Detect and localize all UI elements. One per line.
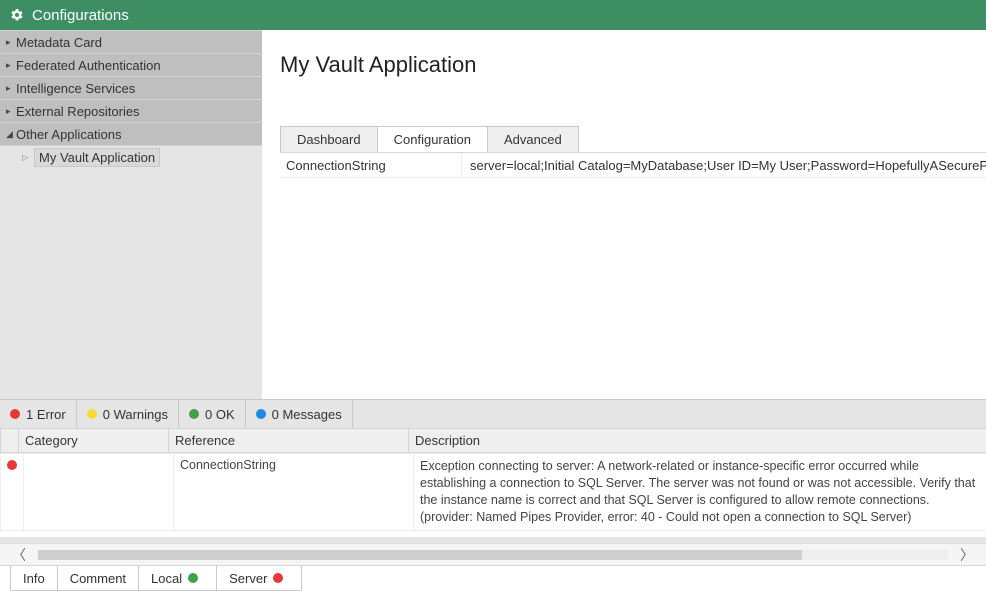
caret-right-icon: ▸	[6, 37, 16, 48]
main-panel: My Vault Application Dashboard Configura…	[262, 30, 986, 399]
col-reference[interactable]: Reference	[169, 429, 409, 453]
sidebar-item-federated-auth[interactable]: ▸Federated Authentication	[0, 53, 262, 77]
scroll-left-icon[interactable]: 〈	[6, 545, 32, 565]
dot-green-icon	[189, 409, 199, 419]
config-value: server=local;Initial Catalog=MyDatabase;…	[462, 154, 986, 177]
sidebar-item-label: Intelligence Services	[16, 81, 135, 96]
dot-yellow-icon	[87, 409, 97, 419]
row-description: Exception connecting to server: A networ…	[414, 454, 986, 531]
sidebar-item-metadata-card[interactable]: ▸Metadata Card	[0, 30, 262, 54]
btab-server[interactable]: Server	[216, 566, 302, 591]
tabstrip: Dashboard Configuration Advanced	[280, 126, 986, 152]
row-category	[24, 454, 174, 531]
sidebar-item-label: Federated Authentication	[16, 58, 161, 73]
dot-red-icon	[7, 460, 17, 470]
btab-label: Server	[229, 571, 267, 586]
tab-configuration[interactable]: Configuration	[377, 126, 488, 152]
tab-dashboard[interactable]: Dashboard	[280, 126, 378, 152]
btab-label: Local	[151, 571, 182, 586]
row-reference: ConnectionString	[174, 454, 414, 531]
badge-ok[interactable]: 0 OK	[179, 400, 246, 428]
caret-right-icon: ▸	[6, 60, 16, 71]
btab-label: Comment	[70, 571, 126, 586]
sidebar-item-label: Metadata Card	[16, 35, 102, 50]
dot-green-icon	[188, 573, 198, 583]
config-key: ConnectionString	[280, 154, 462, 177]
sidebar-item-label: External Repositories	[16, 104, 140, 119]
dot-red-icon	[273, 573, 283, 583]
row-status-cell	[1, 454, 24, 531]
message-row[interactable]: ConnectionString Exception connecting to…	[1, 454, 986, 531]
btab-label: Info	[23, 571, 45, 586]
dot-red-icon	[10, 409, 20, 419]
dot-blue-icon	[256, 409, 266, 419]
status-pane: 1 Error 0 Warnings 0 OK 0 Messages Categ…	[0, 399, 986, 565]
badge-messages[interactable]: 0 Messages	[246, 400, 353, 428]
sidebar-subitem-my-vault-application[interactable]: ▷ My Vault Application	[0, 146, 262, 168]
page-title: My Vault Application	[262, 30, 986, 78]
caret-right-icon: ▸	[6, 83, 16, 94]
sidebar-item-other-applications[interactable]: ◢Other Applications	[0, 122, 262, 146]
col-status	[1, 429, 19, 453]
sidebar-item-intelligence-services[interactable]: ▸Intelligence Services	[0, 76, 262, 100]
sidebar-item-label: Other Applications	[16, 127, 122, 142]
status-badges: 1 Error 0 Warnings 0 OK 0 Messages	[0, 400, 986, 428]
titlebar: Configurations	[0, 0, 986, 30]
horizontal-scrollbar[interactable]: 〈 〉	[0, 543, 986, 565]
caret-right-icon: ▸	[6, 106, 16, 117]
btab-comment[interactable]: Comment	[57, 566, 139, 591]
scroll-track[interactable]	[38, 550, 948, 560]
scroll-thumb[interactable]	[38, 550, 802, 560]
bottom-tabs: Info Comment Local Server	[0, 565, 986, 591]
caret-down-icon: ◢	[6, 129, 16, 140]
badge-label: 1 Error	[26, 407, 66, 422]
sidebar: ▸Metadata Card ▸Federated Authentication…	[0, 30, 262, 399]
col-description[interactable]: Description	[409, 429, 986, 453]
btab-info[interactable]: Info	[10, 566, 58, 591]
col-category[interactable]: Category	[19, 429, 169, 453]
sidebar-subitem-label: My Vault Application	[34, 148, 160, 167]
badge-label: 0 Messages	[272, 407, 342, 422]
sidebar-item-external-repositories[interactable]: ▸External Repositories	[0, 99, 262, 123]
tab-advanced[interactable]: Advanced	[487, 126, 579, 152]
scroll-right-icon[interactable]: 〉	[954, 545, 980, 565]
badge-label: 0 Warnings	[103, 407, 168, 422]
badge-warnings[interactable]: 0 Warnings	[77, 400, 179, 428]
config-row[interactable]: ConnectionString server=local;Initial Ca…	[280, 152, 986, 178]
gear-icon	[10, 8, 24, 22]
badge-label: 0 OK	[205, 407, 235, 422]
btab-local[interactable]: Local	[138, 566, 217, 591]
message-table: Category Reference Description	[0, 428, 986, 453]
titlebar-title: Configurations	[32, 7, 129, 24]
badge-errors[interactable]: 1 Error	[0, 400, 77, 428]
triangle-right-icon: ▷	[22, 153, 34, 162]
